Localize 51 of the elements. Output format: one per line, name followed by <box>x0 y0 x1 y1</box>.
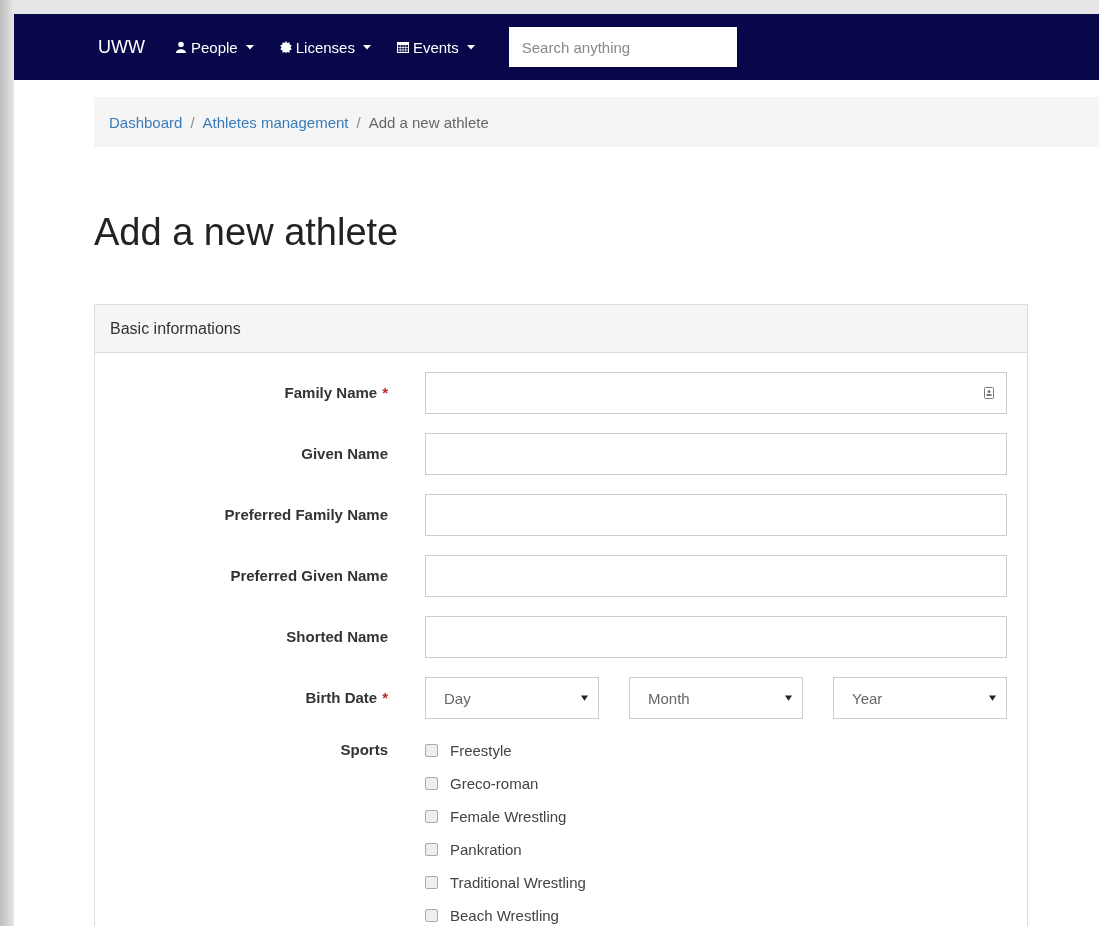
page-heading: Add a new athlete <box>94 210 400 255</box>
checkbox-label: Pankration <box>450 840 522 858</box>
field-label: Preferred Family Name <box>224 506 388 523</box>
checkbox-label: Beach Wrestling <box>450 906 559 924</box>
nav-menu[interactable]: People <box>175 38 254 56</box>
text-input[interactable] <box>425 433 1007 475</box>
breadcrumb-link[interactable]: Athletes management <box>202 113 349 131</box>
caret-icon <box>989 695 996 701</box>
field-label: Family Name <box>284 384 378 401</box>
dropdown-select[interactable]: Year <box>833 677 1007 719</box>
text-input[interactable] <box>425 372 1007 414</box>
nav-menu[interactable]: Licenses <box>279 38 371 56</box>
checkbox-label: Greco-roman <box>450 774 539 792</box>
text-input[interactable] <box>425 555 1007 597</box>
user-icon <box>175 41 187 53</box>
checkbox[interactable] <box>425 875 438 889</box>
contact-card-icon <box>984 387 994 399</box>
field-label: Given Name <box>301 445 388 462</box>
checkbox-label: Female Wrestling <box>450 807 567 825</box>
checkbox[interactable] <box>425 743 438 757</box>
checkbox-label: Freestyle <box>450 741 512 759</box>
breadcrumb-separator: / <box>356 113 361 131</box>
nav-menu[interactable]: Events <box>396 38 475 56</box>
checkbox[interactable] <box>425 809 438 823</box>
dropdown-select[interactable]: Day <box>425 677 599 719</box>
required-mark: * <box>382 384 388 401</box>
caret-icon <box>466 44 475 50</box>
checkbox[interactable] <box>425 842 438 856</box>
caret-icon <box>581 695 588 701</box>
field-label: Birth Date <box>305 689 378 706</box>
dropdown-select[interactable]: Month <box>629 677 803 719</box>
checkbox[interactable] <box>425 908 438 922</box>
calendar-icon <box>396 41 409 53</box>
brand-link[interactable]: UWW <box>98 36 145 58</box>
badge-icon <box>279 41 292 53</box>
required-mark: * <box>382 689 388 706</box>
text-input[interactable] <box>425 494 1007 536</box>
text-input[interactable] <box>425 616 1007 658</box>
breadcrumb-link[interactable]: Dashboard <box>109 113 183 131</box>
breadcrumb-separator: / <box>190 113 195 131</box>
field-label: Sports <box>340 741 388 758</box>
caret-icon <box>785 695 792 701</box>
search-field[interactable]: Search anything <box>508 27 737 67</box>
field-label: Preferred Given Name <box>230 567 388 584</box>
checkbox[interactable] <box>425 776 438 790</box>
caret-icon <box>362 44 371 50</box>
field-label: Shorted Name <box>286 628 388 645</box>
caret-icon <box>245 44 254 50</box>
breadcrumb-current: Add a new athlete <box>368 113 489 131</box>
panel-title: Basic informations <box>110 319 241 338</box>
checkbox-label: Traditional Wrestling <box>450 873 586 891</box>
